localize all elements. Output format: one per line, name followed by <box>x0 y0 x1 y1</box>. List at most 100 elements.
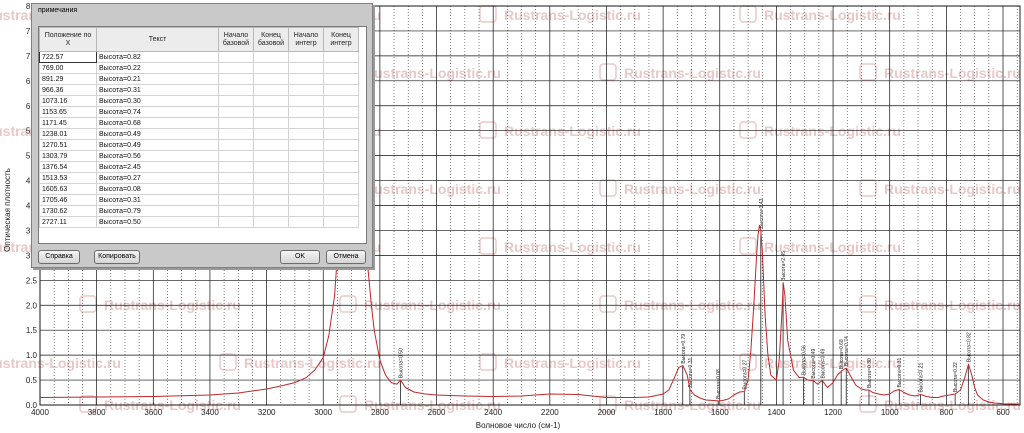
cell-empty[interactable] <box>253 194 289 206</box>
cell-empty[interactable] <box>253 73 289 85</box>
table-row[interactable]: 1605.63 Высота=0.08 <box>39 183 359 195</box>
table-row[interactable]: 1270.51 Высота=0.49 <box>39 139 359 151</box>
cell-empty[interactable] <box>323 194 359 206</box>
cell-text[interactable]: Высота=0.30 <box>96 95 219 107</box>
cell-empty[interactable] <box>253 84 289 96</box>
cell-position[interactable]: 1238.01 <box>39 128 97 140</box>
cell-empty[interactable] <box>218 161 254 173</box>
cell-empty[interactable] <box>253 106 289 118</box>
cell-empty[interactable] <box>218 84 254 96</box>
table-row[interactable]: 1513.53 Высота=0.27 <box>39 172 359 184</box>
cell-empty[interactable] <box>323 183 359 195</box>
cell-text[interactable]: Высота=0.22 <box>96 62 219 74</box>
cell-text[interactable]: Высота=0.74 <box>96 106 219 118</box>
table-row[interactable]: 891.29 Высота=0.21 <box>39 73 359 85</box>
cell-text[interactable]: Высота=0.21 <box>96 73 219 85</box>
cell-empty[interactable] <box>323 95 359 107</box>
cell-empty[interactable] <box>323 84 359 96</box>
cell-empty[interactable] <box>323 161 359 173</box>
cell-empty[interactable] <box>288 62 324 74</box>
cell-empty[interactable] <box>323 62 359 74</box>
help-button[interactable]: Справка <box>38 250 80 264</box>
cell-position[interactable]: 1513.53 <box>39 172 97 184</box>
cell-empty[interactable] <box>288 73 324 85</box>
cell-empty[interactable] <box>323 73 359 85</box>
cell-empty[interactable] <box>218 139 254 151</box>
cell-empty[interactable] <box>323 172 359 184</box>
cell-empty[interactable] <box>253 62 289 74</box>
cell-position[interactable]: 1730.62 <box>39 205 97 217</box>
cell-empty[interactable] <box>218 205 254 217</box>
table-row[interactable]: 1376.54 Высота=2.45 <box>39 161 359 173</box>
cell-text[interactable]: Высота=0.27 <box>96 172 219 184</box>
table-row[interactable]: 2727.11 Высота=0.50 <box>39 216 359 228</box>
cell-text[interactable]: Высота=0.49 <box>96 139 219 151</box>
cell-empty[interactable] <box>323 117 359 129</box>
cell-empty[interactable] <box>253 161 289 173</box>
cell-empty[interactable] <box>288 84 324 96</box>
cell-empty[interactable] <box>218 51 254 63</box>
cell-position[interactable]: 722.57 <box>39 51 97 63</box>
cell-empty[interactable] <box>218 150 254 162</box>
cell-empty[interactable] <box>288 205 324 217</box>
cell-empty[interactable] <box>288 183 324 195</box>
col-header-integ-start[interactable]: Начало интегр <box>288 27 324 52</box>
cell-empty[interactable] <box>323 51 359 63</box>
table-row[interactable]: 722.57 Высота=0.82 <box>39 51 359 63</box>
ok-button[interactable]: OK <box>280 250 320 264</box>
cell-position[interactable]: 891.29 <box>39 73 97 85</box>
cell-empty[interactable] <box>323 128 359 140</box>
cell-text[interactable]: Высота=0.79 <box>96 205 219 217</box>
cell-empty[interactable] <box>323 205 359 217</box>
table-row[interactable]: 1705.46 Высота=0.31 <box>39 194 359 206</box>
cell-position[interactable]: 1376.54 <box>39 161 97 173</box>
cell-empty[interactable] <box>218 172 254 184</box>
cell-position[interactable]: 2727.11 <box>39 216 97 228</box>
table-row[interactable]: 966.36 Высота=0.31 <box>39 84 359 96</box>
cell-empty[interactable] <box>253 205 289 217</box>
cell-empty[interactable] <box>288 106 324 118</box>
cell-empty[interactable] <box>253 128 289 140</box>
col-header-position[interactable]: Положение по X <box>39 27 97 52</box>
cell-empty[interactable] <box>288 51 324 63</box>
table-row[interactable]: 1303.79 Высота=0.56 <box>39 150 359 162</box>
cell-empty[interactable] <box>288 194 324 206</box>
cell-empty[interactable] <box>288 95 324 107</box>
copy-button[interactable]: Копировать <box>94 250 140 264</box>
cell-empty[interactable] <box>288 117 324 129</box>
table-row[interactable]: 1073.16 Высота=0.30 <box>39 95 359 107</box>
cell-text[interactable]: Высота=0.82 <box>96 51 219 63</box>
cell-empty[interactable] <box>218 128 254 140</box>
table-row[interactable]: 1153.65 Высота=0.74 <box>39 106 359 118</box>
cell-text[interactable]: Высота=0.08 <box>96 183 219 195</box>
cell-empty[interactable] <box>253 117 289 129</box>
cell-text[interactable]: Высота=0.31 <box>96 194 219 206</box>
cell-empty[interactable] <box>218 106 254 118</box>
cell-empty[interactable] <box>253 95 289 107</box>
cell-empty[interactable] <box>323 216 359 228</box>
cell-empty[interactable] <box>288 128 324 140</box>
cell-empty[interactable] <box>288 150 324 162</box>
cell-empty[interactable] <box>218 216 254 228</box>
cell-position[interactable]: 769.00 <box>39 62 97 74</box>
cell-empty[interactable] <box>323 106 359 118</box>
cell-text[interactable]: Высота=2.45 <box>96 161 219 173</box>
cell-position[interactable]: 1303.79 <box>39 150 97 162</box>
cell-empty[interactable] <box>218 73 254 85</box>
cell-text[interactable]: Высота=0.31 <box>96 84 219 96</box>
cell-text[interactable]: Высота=0.49 <box>96 128 219 140</box>
cell-position[interactable]: 1605.63 <box>39 183 97 195</box>
cell-empty[interactable] <box>253 172 289 184</box>
annotations-table-container[interactable]: Положение по X Текст Начало базовой Коне… <box>38 26 367 244</box>
cell-empty[interactable] <box>218 183 254 195</box>
table-row[interactable]: 769.00 Высота=0.22 <box>39 62 359 74</box>
col-header-base-start[interactable]: Начало базовой <box>218 27 254 52</box>
table-row[interactable]: 1238.01 Высота=0.49 <box>39 128 359 140</box>
cell-position[interactable]: 1705.46 <box>39 194 97 206</box>
cell-empty[interactable] <box>288 139 324 151</box>
cell-empty[interactable] <box>253 51 289 63</box>
cell-empty[interactable] <box>323 139 359 151</box>
cell-empty[interactable] <box>253 216 289 228</box>
col-header-base-end[interactable]: Конец базовой <box>253 27 289 52</box>
cell-text[interactable]: Высота=0.50 <box>96 216 219 228</box>
